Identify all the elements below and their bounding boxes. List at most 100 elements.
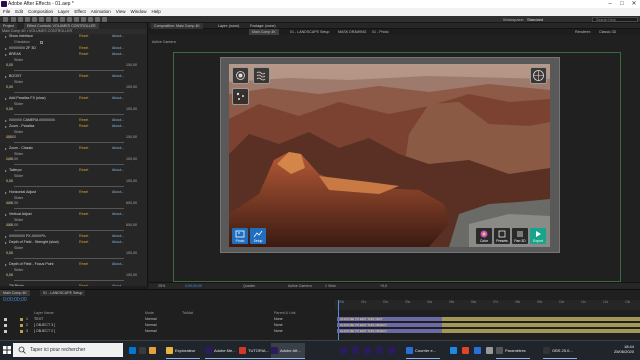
- expand-triangle-icon[interactable]: [5, 263, 7, 266]
- slider-track[interactable]: [14, 70, 124, 71]
- taskbar-app[interactable]: Explorateur: [166, 343, 200, 359]
- setup-button[interactable]: Setup: [250, 228, 266, 244]
- layer-row[interactable]: 1 TEXT Normal None CLICK ME TO EDIT THIS TEX…: [0, 317, 640, 322]
- reset-button[interactable]: Reset: [79, 212, 88, 217]
- about-link[interactable]: About...: [112, 118, 124, 123]
- pinned-app-icon[interactable]: [352, 347, 359, 354]
- reset-button[interactable]: Reset: [79, 234, 88, 239]
- windows-start-icon[interactable]: [3, 346, 11, 354]
- reset-button[interactable]: Reset: [79, 262, 88, 267]
- about-link[interactable]: About...: [112, 262, 124, 267]
- reset-button[interactable]: Reset: [79, 146, 88, 151]
- reset-button[interactable]: Reset: [79, 74, 88, 79]
- expand-triangle-icon[interactable]: [5, 53, 7, 56]
- slider-track[interactable]: [14, 280, 124, 281]
- effect-name[interactable]: Depth of Field - Focus Point: [9, 262, 54, 267]
- about-link[interactable]: About...: [112, 212, 124, 217]
- zoom-tool-icon[interactable]: [25, 17, 30, 22]
- reset-button[interactable]: Reset: [79, 46, 88, 51]
- effect-name[interactable]: Horizontal Adjust: [9, 190, 36, 195]
- expand-triangle-icon[interactable]: [5, 97, 7, 100]
- about-link[interactable]: About...: [112, 124, 124, 129]
- slider-track[interactable]: [14, 114, 124, 115]
- home-icon[interactable]: [3, 17, 8, 22]
- photo-button[interactable]: Photo: [232, 228, 248, 244]
- visibility-eye-icon[interactable]: [4, 324, 7, 327]
- effect-name[interactable]: Depth of Field - Strenght (slow): [9, 240, 59, 245]
- label-color-swatch[interactable]: [20, 330, 23, 333]
- label-color-swatch[interactable]: [20, 324, 23, 327]
- rotate-tool-icon[interactable]: [32, 17, 37, 22]
- pinned-app-icon[interactable]: [388, 347, 395, 354]
- about-link[interactable]: About...: [112, 190, 124, 195]
- pinned-app-icon[interactable]: [139, 347, 146, 354]
- about-link[interactable]: About...: [112, 52, 124, 57]
- time-ruler[interactable]: 00s 01s 02s 03s 04s 05s 06s 07s 08s 09s 10s 11s 12s 1…: [335, 300, 640, 310]
- expand-triangle-icon[interactable]: [5, 119, 7, 122]
- workspace-select[interactable]: Standard: [527, 17, 543, 22]
- taskbar-app[interactable]: Adobe Aft...: [271, 343, 305, 359]
- visibility-eye-icon[interactable]: [4, 330, 7, 333]
- effect-name[interactable]: Add Parallax FX (slow): [9, 96, 46, 101]
- pinned-app-icon[interactable]: [364, 347, 371, 354]
- selection-tool-icon[interactable]: [11, 17, 16, 22]
- about-link[interactable]: About...: [112, 234, 124, 239]
- pinned-app-icon[interactable]: [450, 347, 457, 354]
- about-link[interactable]: About...: [112, 284, 124, 286]
- layer-bar-tail[interactable]: [442, 317, 640, 321]
- effect-name[interactable]: Zoom - Parallax: [9, 124, 34, 129]
- reset-button[interactable]: Reset: [79, 118, 88, 123]
- grid-icon[interactable]: [530, 67, 547, 84]
- pinned-app-icon[interactable]: [376, 347, 383, 354]
- layer-name[interactable]: [ OBJECT 3 ]: [34, 323, 55, 328]
- slider-track[interactable]: [14, 142, 124, 143]
- mask-tool-icon[interactable]: [53, 17, 58, 22]
- clock[interactable]: 18:44 25/06/2020: [608, 344, 634, 354]
- slider-track[interactable]: [14, 208, 124, 209]
- about-link[interactable]: About...: [112, 168, 124, 173]
- color-button[interactable]: Color: [476, 228, 492, 244]
- tab-composition[interactable]: Composition: Main Comp 4K: [151, 23, 203, 29]
- roto-tool-icon[interactable]: [95, 17, 100, 22]
- menu-animation[interactable]: Animation: [89, 8, 113, 16]
- effect-name[interactable]: Show Interface: [9, 34, 33, 39]
- expand-triangle-icon[interactable]: [5, 75, 7, 78]
- layer-name[interactable]: TEXT: [34, 317, 43, 322]
- expand-triangle-icon[interactable]: [5, 213, 7, 216]
- timeline-timecode[interactable]: 0;00;00;00: [3, 297, 27, 303]
- expand-triangle-icon[interactable]: [5, 147, 7, 150]
- reset-button[interactable]: Reset: [79, 284, 88, 286]
- taskbar-app[interactable]: Paramètres: [496, 343, 530, 359]
- effect-name[interactable]: Zoom - Classic: [9, 146, 33, 151]
- menu-window[interactable]: Window: [128, 8, 148, 16]
- puppet-tool-icon[interactable]: [102, 17, 107, 22]
- expand-triangle-icon[interactable]: [5, 47, 7, 50]
- hand-tool-icon[interactable]: [18, 17, 23, 22]
- pinned-app-icon[interactable]: [149, 347, 156, 354]
- sparkle-icon[interactable]: [232, 88, 249, 105]
- reset-button[interactable]: Reset: [79, 34, 88, 39]
- effect-name[interactable]: /////////////\\\ FX ///////////\\\: [9, 234, 46, 239]
- layer-mode[interactable]: Normal: [145, 323, 157, 328]
- about-link[interactable]: About...: [112, 34, 124, 39]
- pinned-app-icon[interactable]: [129, 347, 136, 354]
- slider-track[interactable]: [14, 230, 124, 231]
- presets-button[interactable]: Presets: [494, 228, 510, 244]
- search-help-input[interactable]: Search Help: [592, 17, 638, 22]
- minimize-icon[interactable]: –: [604, 0, 616, 8]
- taskbar-app[interactable]: Adobe Me...: [205, 343, 239, 359]
- expand-triangle-icon[interactable]: [5, 241, 7, 244]
- effect-name[interactable]: BOOST: [9, 74, 22, 79]
- about-link[interactable]: About...: [112, 240, 124, 245]
- pan-behind-tool-icon[interactable]: [46, 17, 51, 22]
- reset-button[interactable]: Reset: [79, 96, 88, 101]
- about-link[interactable]: About...: [112, 96, 124, 101]
- menu-edit[interactable]: Edit: [13, 8, 25, 16]
- layer-parent[interactable]: None: [274, 329, 283, 334]
- close-icon[interactable]: ✕: [628, 0, 640, 8]
- expand-triangle-icon[interactable]: [5, 35, 7, 38]
- menu-file[interactable]: File: [1, 8, 12, 16]
- taskbar-app[interactable]: OBS 25.0...: [543, 343, 577, 359]
- tab-layer[interactable]: Layer: (none): [215, 23, 242, 29]
- wave-icon[interactable]: [253, 67, 270, 84]
